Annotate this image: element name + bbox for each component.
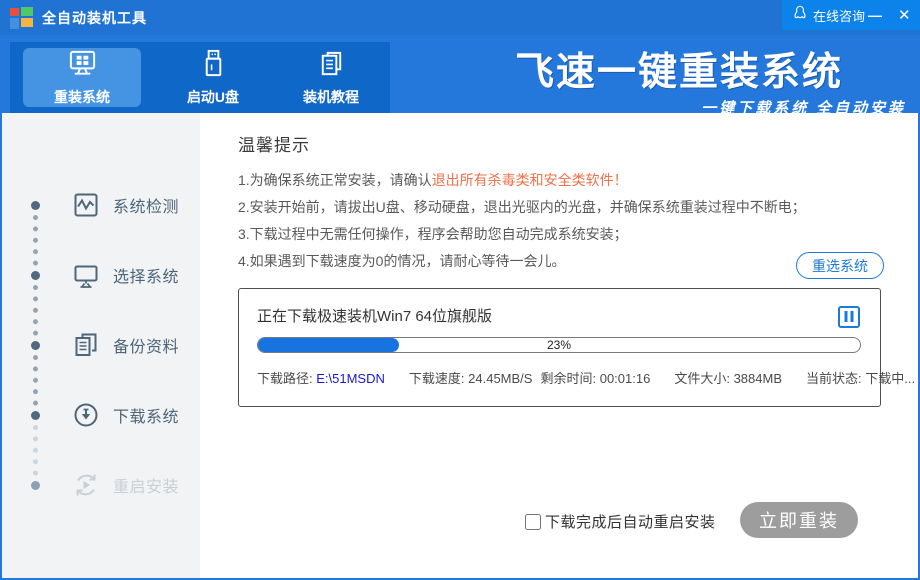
app-window: 全自动装机工具 在线咨询 — ✕ <box>0 0 920 580</box>
tab-install-tutorial[interactable]: 装机教程 <box>272 42 390 113</box>
header-banner: 重装系统 启动U盘 <box>0 35 920 113</box>
download-title: 正在下载极速装机Win7 64位旗舰版 <box>257 305 492 326</box>
tip-warning-text: 退出所有杀毒类和安全类软件！ <box>432 172 628 188</box>
close-button[interactable]: ✕ <box>895 6 914 25</box>
step-system-check: 系统检测 <box>2 170 200 240</box>
auto-restart-checkbox[interactable] <box>525 514 541 530</box>
tip-line: 1.为确保系统正常安装，请确认退出所有杀毒类和安全类软件！ <box>238 167 806 194</box>
step-label: 系统检测 <box>113 193 179 217</box>
step-label: 下载系统 <box>113 403 179 427</box>
windows-logo-icon <box>10 7 33 29</box>
step-label: 备份资料 <box>113 333 179 357</box>
step-label: 重启安装 <box>113 473 179 497</box>
timeline-dot <box>2 310 48 380</box>
minimize-button[interactable]: — <box>865 6 885 24</box>
reselect-system-button[interactable]: 重选系统 <box>796 252 884 279</box>
titlebar: 全自动装机工具 在线咨询 — ✕ <box>0 0 920 35</box>
reinstall-now-button[interactable]: 立即重装 <box>740 502 858 538</box>
banner-title: 飞速一键重装系统 <box>448 41 910 97</box>
timeline-dot <box>2 240 48 310</box>
tip-line: 4.如果遇到下载速度为0的情况，请耐心等待一会儿。 <box>238 248 806 275</box>
usb-drive-icon <box>198 48 229 84</box>
content: 系统检测 选择系统 <box>0 113 920 580</box>
qq-chat-icon <box>792 5 808 26</box>
tips-list: 1.为确保系统正常安装，请确认退出所有杀毒类和安全类软件！ 2.安装开始前，请拔… <box>238 167 806 275</box>
online-service-button[interactable]: 在线咨询 — ✕ <box>782 0 920 30</box>
app-title: 全自动装机工具 <box>42 8 147 28</box>
tip-line: 3.下载过程中无需任何操作，程序会帮助您自动完成系统安装； <box>238 221 806 248</box>
step-label: 选择系统 <box>113 263 179 287</box>
download-icon <box>72 401 100 429</box>
auto-restart-option: 下载完成后自动重启安装 <box>525 511 716 532</box>
tab-label: 重装系统 <box>54 87 110 107</box>
pause-icon <box>844 310 854 325</box>
step-backup-files: 备份资料 <box>2 310 200 380</box>
tutorial-pages-icon <box>316 48 347 84</box>
timeline-dot <box>2 450 48 520</box>
nav-tabs: 重装系统 启动U盘 <box>10 42 390 113</box>
sidebar-steps: 系统检测 选择系统 <box>2 113 200 578</box>
progress-percent: 23% <box>258 338 860 352</box>
stat-current-status: 当前状态: 下载中... <box>806 368 915 387</box>
tab-boot-usb[interactable]: 启动U盘 <box>154 42 272 113</box>
progress-bar: 23% <box>257 337 861 353</box>
main-panel: 温馨提示 1.为确保系统正常安装，请确认退出所有杀毒类和安全类软件！ 2.安装开… <box>200 113 918 578</box>
tab-reinstall-system[interactable]: 重装系统 <box>23 48 141 107</box>
restart-install-icon <box>72 471 100 499</box>
download-progress-card: 正在下载极速装机Win7 64位旗舰版 23% 下载路径: E:\51MSDN … <box>238 288 881 407</box>
stat-remaining-time: 剩余时间: 00:01:16 <box>540 368 650 387</box>
timeline-dot <box>2 380 48 450</box>
tips-title: 温馨提示 <box>238 131 310 156</box>
auto-restart-label: 下载完成后自动重启安装 <box>545 511 716 532</box>
system-check-icon <box>72 191 100 219</box>
tab-label: 装机教程 <box>303 87 359 107</box>
monitor-grid-icon <box>67 48 98 84</box>
timeline-dot <box>2 170 48 240</box>
select-system-icon <box>72 261 100 289</box>
online-service-label: 在线咨询 <box>813 6 865 25</box>
tip-line: 2.安装开始前，请拔出U盘、移动硬盘，退出光驱内的光盘，并确保系统重装过程中不断… <box>238 194 806 221</box>
backup-files-icon <box>72 331 100 359</box>
step-select-system: 选择系统 <box>2 240 200 310</box>
stat-download-path: 下载路径: E:\51MSDN <box>257 368 385 387</box>
step-restart-install: 重启安装 <box>2 450 200 520</box>
tab-label: 启动U盘 <box>187 87 239 107</box>
stat-file-size: 文件大小: 3884MB <box>674 368 782 387</box>
stat-download-speed: 下载速度: 24.45MB/S <box>409 368 533 387</box>
download-stats: 下载路径: E:\51MSDN 下载速度: 24.45MB/S 剩余时间: 00… <box>257 368 920 387</box>
step-download-system: 下载系统 <box>2 380 200 450</box>
pause-button[interactable] <box>838 306 860 328</box>
